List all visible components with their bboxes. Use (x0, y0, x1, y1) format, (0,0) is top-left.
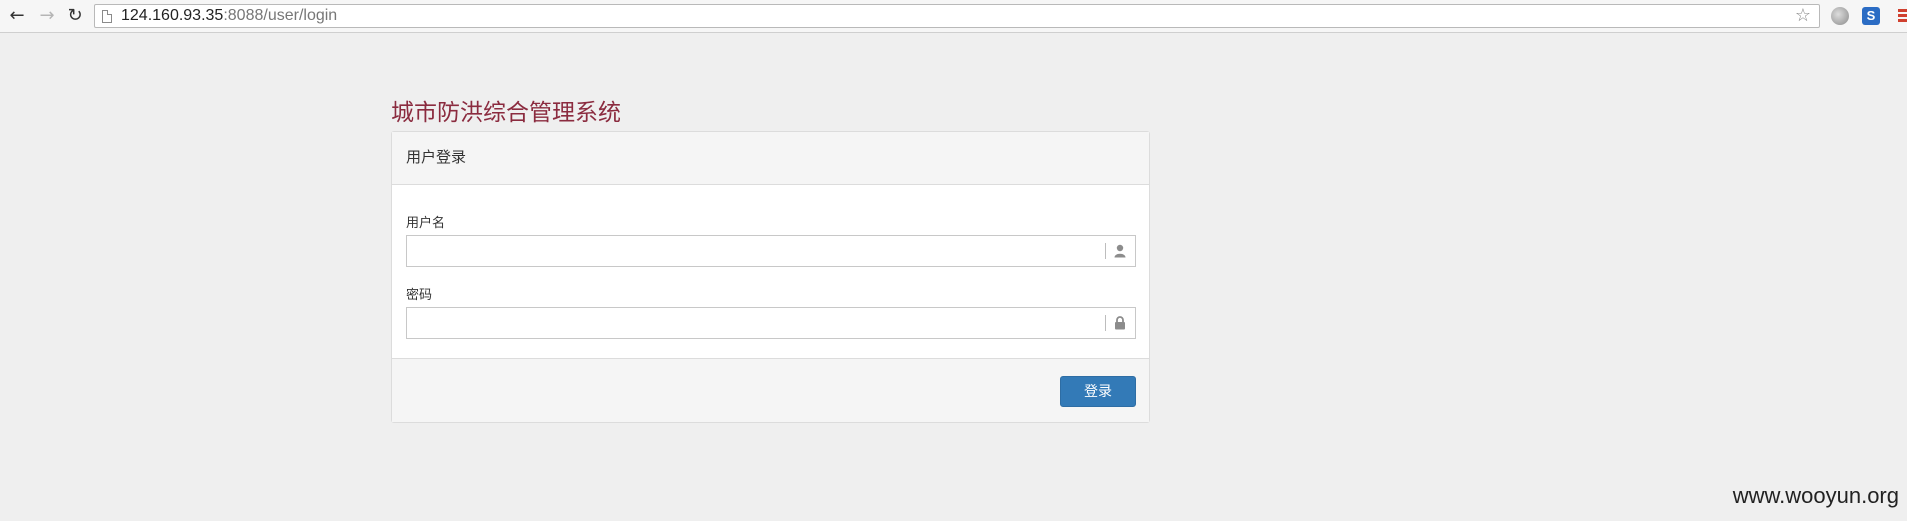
page-title: 城市防洪综合管理系统 (391, 99, 621, 125)
lock-addon (1105, 308, 1135, 338)
watermark: www.wooyun.org (1732, 483, 1899, 508)
url-host: 124.160.93.35 (121, 7, 224, 24)
url-path: :8088/user/login (223, 7, 338, 24)
password-group (406, 307, 1136, 339)
login-panel: 用户登录 用户名 密码 登录 (391, 131, 1150, 423)
bookmark-star-icon[interactable]: ☆ (1795, 5, 1811, 27)
panel-footer: 登录 (392, 358, 1149, 422)
page-icon (102, 10, 112, 23)
lock-icon (1115, 316, 1125, 330)
user-addon (1105, 236, 1135, 266)
url-text[interactable]: 124.160.93.35:8088/user/login (121, 5, 337, 27)
menu-icon[interactable] (1898, 9, 1907, 24)
back-button[interactable]: ← (6, 5, 28, 27)
forward-button[interactable]: → (36, 5, 58, 27)
username-label: 用户名 (406, 215, 446, 230)
reload-button[interactable]: ↻ (64, 5, 86, 27)
s-extension-icon[interactable]: S (1862, 7, 1880, 25)
browser-toolbar: ← → ↻ 124.160.93.35:8088/user/login ☆ S (0, 0, 1907, 33)
username-group (406, 235, 1136, 267)
password-input[interactable] (407, 308, 1101, 338)
globe-extension-icon[interactable] (1831, 7, 1849, 25)
address-bar[interactable]: 124.160.93.35:8088/user/login ☆ (94, 4, 1820, 28)
user-icon (1114, 244, 1126, 258)
login-button[interactable]: 登录 (1060, 376, 1136, 407)
password-label: 密码 (406, 287, 433, 302)
username-input[interactable] (407, 236, 1101, 266)
panel-heading: 用户登录 (392, 132, 1149, 185)
